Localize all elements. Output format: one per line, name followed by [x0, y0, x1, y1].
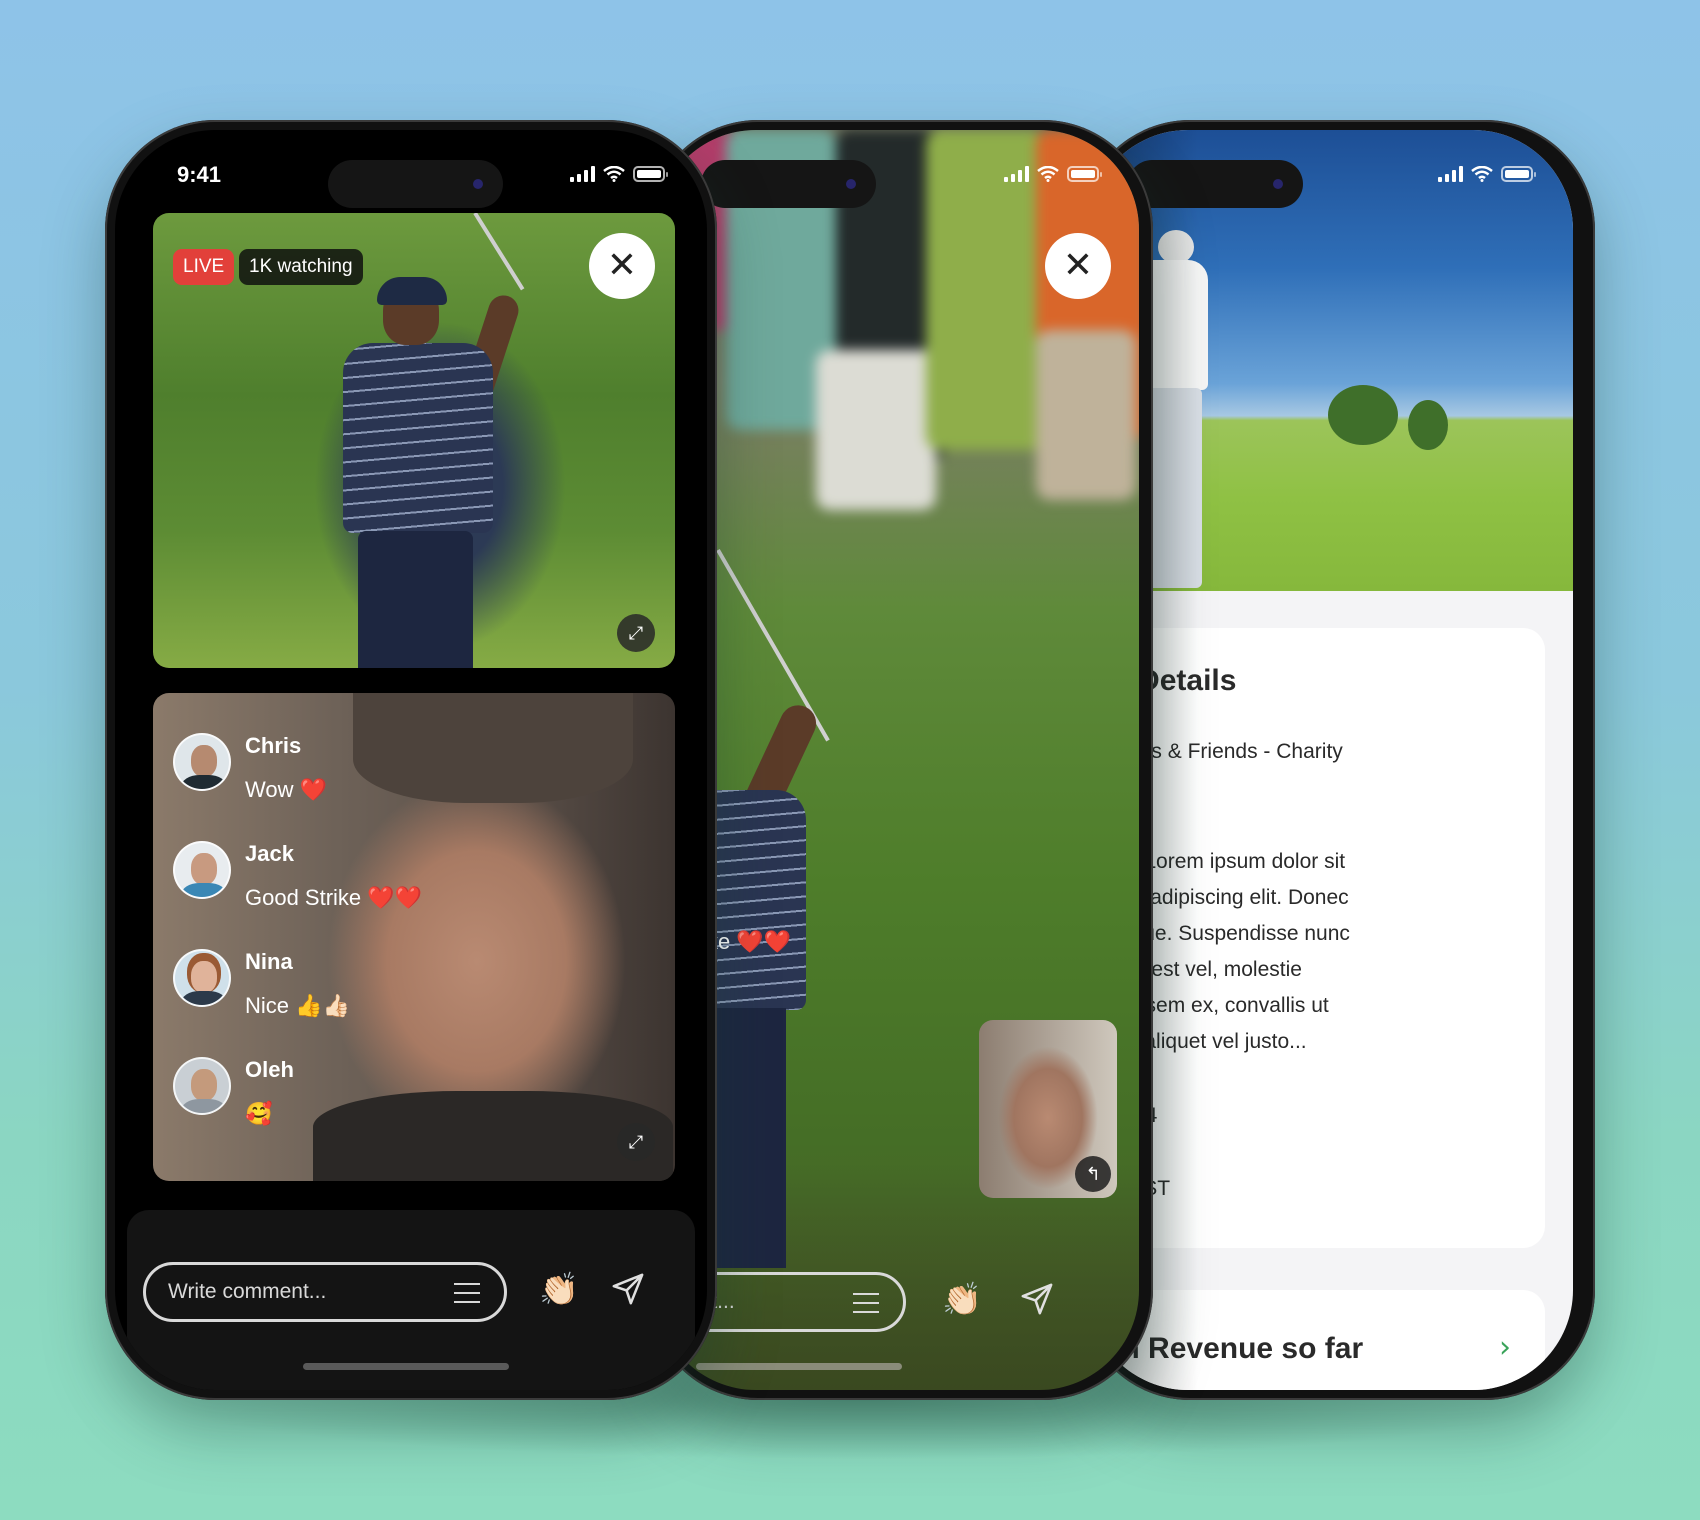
wifi-icon — [1471, 166, 1493, 182]
avatar — [173, 733, 231, 791]
home-indicator — [303, 1363, 509, 1370]
wifi-icon — [1037, 166, 1059, 182]
wifi-icon — [603, 166, 625, 182]
status-icons — [1004, 166, 1102, 182]
tree — [1408, 400, 1448, 450]
send-icon[interactable] — [1020, 1282, 1054, 1316]
status-time: 9:41 — [177, 162, 222, 187]
close-button[interactable]: ✕ — [1045, 233, 1111, 299]
composer-bar: mment... 👏🏻 — [656, 1220, 1139, 1390]
chat-list: Chris Wow ❤️ Jack Good Strike ❤️❤️ Nina … — [173, 733, 422, 1175]
phone-fullscreen-stream: tching ✕ ❤️ Strike ❤️❤️ 👍👍🏻 ↰ mment... 👏… — [648, 120, 1153, 1400]
menu-icon[interactable] — [853, 1293, 879, 1313]
chevron-right-icon: › — [1499, 1330, 1511, 1365]
avatar — [173, 1057, 231, 1115]
chat-author: Oleh — [245, 1057, 294, 1082]
chat-message: Nice 👍👍🏻 — [245, 993, 350, 1018]
screen: 8:30 ream Details orge Lucas & Friends -… — [1088, 130, 1573, 1390]
camera-dot — [1273, 179, 1283, 189]
rotate-camera-icon[interactable]: ↰ — [1075, 1156, 1111, 1192]
cellular-signal-icon — [570, 166, 595, 182]
cellular-signal-icon — [1004, 166, 1029, 182]
avatar — [173, 949, 231, 1007]
status-icons — [570, 166, 668, 182]
expand-icon: ⤢ — [628, 1131, 644, 1153]
battery-icon — [1501, 166, 1536, 182]
stream-revenue-row[interactable]: tream Revenue so far › — [1088, 1290, 1545, 1390]
expand-icon: ⤢ — [628, 622, 644, 644]
close-icon: ✕ — [1062, 245, 1094, 286]
menu-icon[interactable] — [454, 1283, 480, 1303]
watching-badge: 1K watching — [239, 249, 363, 285]
avatar — [173, 841, 231, 899]
comment-placeholder: Write comment... — [168, 1280, 327, 1303]
chat-message: 🥰 — [245, 1101, 273, 1126]
chat-author: Nina — [245, 949, 293, 974]
chat-item: Nina Nice 👍👍🏻 — [173, 949, 422, 1067]
camera-dot — [473, 179, 483, 189]
chat-author: Chris — [245, 733, 302, 758]
phone-live-stream: 9:41 LIVE 1K watching ✕ ⤢ Chris Wow ❤️ J… — [105, 120, 717, 1400]
camera-dot — [846, 179, 856, 189]
clap-button[interactable]: 👏🏻 — [942, 1280, 982, 1318]
battery-icon — [1067, 166, 1102, 182]
battery-icon — [633, 166, 668, 182]
phone-stream-details: 8:30 ream Details orge Lucas & Friends -… — [1080, 120, 1595, 1400]
comment-input[interactable]: Write comment... — [143, 1262, 507, 1322]
status-icons — [1438, 166, 1536, 182]
stream-details-card: ream Details orge Lucas & Friends - Char… — [1088, 628, 1545, 1248]
picture-in-picture-camera[interactable]: ↰ — [979, 1020, 1117, 1198]
live-badge: LIVE — [173, 249, 235, 285]
camera-video-player[interactable]: Chris Wow ❤️ Jack Good Strike ❤️❤️ Nina … — [153, 693, 675, 1181]
cap — [1158, 230, 1194, 264]
golf-club — [473, 213, 525, 291]
chat-message: Wow ❤️ — [245, 777, 327, 802]
composer-bar: Write comment... 👏🏻 — [127, 1210, 695, 1390]
tree — [1328, 385, 1398, 445]
send-icon[interactable] — [611, 1272, 645, 1306]
chat-message: Good Strike ❤️❤️ — [245, 885, 423, 910]
screen: 9:41 LIVE 1K watching ✕ ⤢ Chris Wow ❤️ J… — [115, 130, 707, 1390]
dynamic-island — [1128, 160, 1303, 208]
chat-item: Chris Wow ❤️ — [173, 733, 422, 851]
expand-button[interactable]: ⤢ — [617, 1123, 655, 1161]
expand-button[interactable]: ⤢ — [617, 614, 655, 652]
description-text: Lorem ipsum dolor sit — [1144, 850, 1346, 873]
chat-author: Jack — [245, 841, 294, 866]
dynamic-island — [328, 160, 503, 208]
cellular-signal-icon — [1438, 166, 1463, 182]
dynamic-island — [701, 160, 876, 208]
close-icon: ✕ — [606, 245, 638, 286]
close-button[interactable]: ✕ — [589, 233, 655, 299]
chat-item: Oleh 🥰 — [173, 1057, 422, 1175]
home-indicator — [696, 1363, 902, 1370]
screen: tching ✕ ❤️ Strike ❤️❤️ 👍👍🏻 ↰ mment... 👏… — [656, 130, 1139, 1390]
golfer-figure — [343, 277, 523, 668]
clap-button[interactable]: 👏🏻 — [539, 1270, 579, 1308]
chat-item: Jack Good Strike ❤️❤️ — [173, 841, 422, 959]
live-video-player[interactable]: LIVE 1K watching ✕ ⤢ — [153, 213, 675, 668]
